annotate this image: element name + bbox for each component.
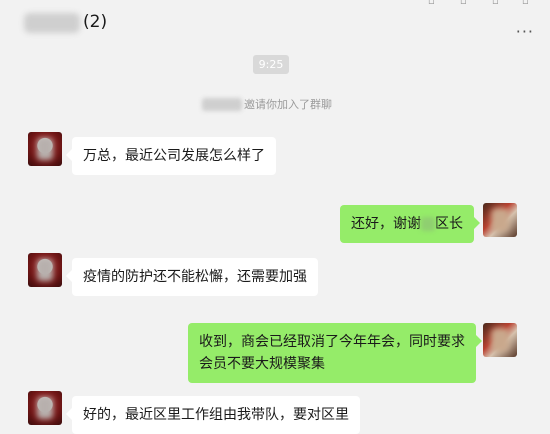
system-message-text: 邀请你加入了群聊: [244, 98, 332, 111]
close-icon[interactable]: ▫: [522, 0, 529, 7]
avatar-self[interactable]: [483, 203, 517, 237]
message-text: 疫情的防护还不能松懈，还需要加强: [83, 269, 307, 285]
message-text-line: 会员不要大规模聚集: [199, 356, 325, 372]
message-text-line: 收到，商会已经取消了今年年会，同时要求: [199, 334, 465, 350]
avatar-self[interactable]: [483, 323, 517, 357]
maximize-icon[interactable]: ▫: [492, 0, 499, 7]
chat-header: (2) ▫ ▫ ▫ ▫ ···: [0, 0, 550, 46]
chat-title-blurred: [24, 13, 80, 33]
inviter-name-blurred: [202, 97, 242, 111]
name-blurred: [421, 217, 435, 231]
message-text: 万总，最近公司发展怎么样了: [83, 148, 265, 164]
avatar[interactable]: [28, 132, 62, 166]
message-text: 还好，谢谢: [351, 216, 421, 232]
message-bubble-self[interactable]: 还好，谢谢 区长: [340, 205, 480, 243]
pin-icon[interactable]: ▫: [428, 0, 435, 7]
message-bubble[interactable]: 万总，最近公司发展怎么样了: [66, 137, 276, 175]
avatar[interactable]: [28, 391, 62, 425]
avatar[interactable]: [28, 253, 62, 287]
minimize-icon[interactable]: ▫: [460, 0, 467, 7]
timestamp-badge: 9:25: [253, 55, 289, 74]
message-text: 区长: [435, 216, 463, 232]
message-bubble-self[interactable]: 收到，商会已经取消了今年年会，同时要求 会员不要大规模聚集: [188, 323, 482, 383]
system-message: 邀请你加入了群聊: [202, 95, 332, 113]
chat-member-count: (2): [83, 12, 108, 32]
message-bubble[interactable]: 好的，最近区里工作组由我带队，要对区里: [66, 396, 360, 434]
more-options-icon[interactable]: ···: [516, 22, 534, 41]
message-bubble[interactable]: 疫情的防护还不能松懈，还需要加强: [66, 258, 318, 296]
